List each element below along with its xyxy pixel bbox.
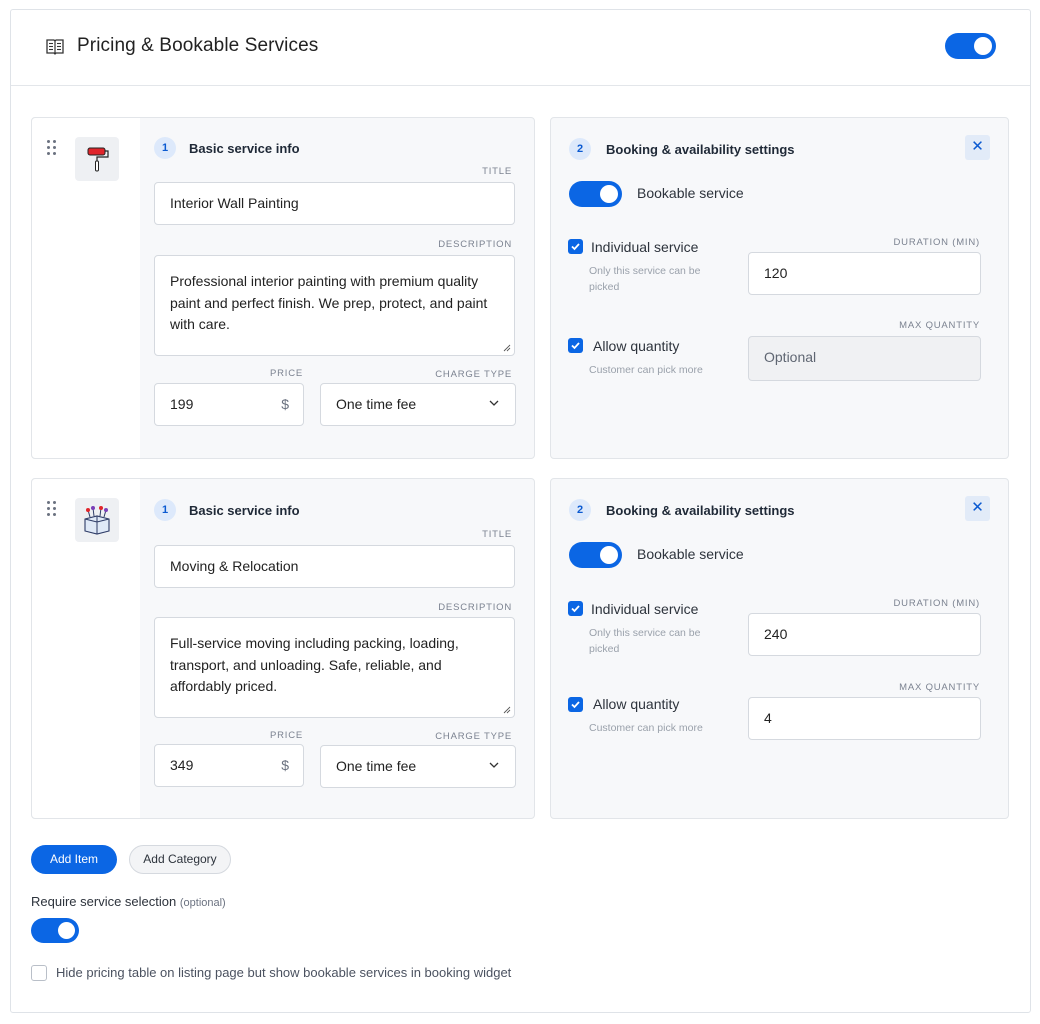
bookable-toggle[interactable] — [569, 542, 622, 568]
section-title: Basic service info — [189, 141, 300, 156]
duration-label: DURATION (MIN) — [893, 598, 980, 609]
drag-handle-icon[interactable] — [47, 501, 57, 517]
panel-header: Pricing & Bookable Services — [11, 10, 1030, 86]
toggle-knob — [600, 546, 618, 564]
add-item-button[interactable]: Add Item — [31, 845, 117, 874]
panel-title: Pricing & Bookable Services — [77, 35, 319, 56]
quantity-sub: Customer can pick more — [589, 364, 703, 376]
require-selection-text: Require service selection — [31, 894, 177, 909]
add-category-button[interactable]: Add Category — [129, 845, 231, 874]
title-input[interactable]: Moving & Relocation — [154, 545, 515, 588]
bookable-label: Bookable service — [637, 185, 744, 201]
service-thumbnail[interactable] — [75, 137, 119, 181]
charge-type-label: CHARGE TYPE — [435, 731, 512, 742]
individual-checkbox[interactable] — [568, 239, 583, 254]
duration-input[interactable]: 240 — [748, 613, 981, 656]
close-icon[interactable]: ✕ — [965, 496, 990, 521]
charge-type-select[interactable]: One time fee — [320, 383, 516, 426]
charge-type-value: One time fee — [336, 396, 417, 412]
max-quantity-input[interactable]: Optional — [748, 336, 981, 381]
menu-book-icon — [46, 39, 64, 55]
step-badge: 2 — [569, 138, 591, 160]
individual-checkbox[interactable] — [568, 601, 583, 616]
quantity-sub: Customer can pick more — [589, 722, 703, 734]
bookable-label: Bookable service — [637, 546, 744, 562]
check-icon — [571, 342, 580, 350]
price-label: PRICE — [270, 368, 304, 379]
section-title: Basic service info — [189, 503, 300, 518]
resize-handle-icon[interactable] — [503, 344, 511, 352]
resize-handle-icon[interactable] — [503, 706, 511, 714]
require-selection-toggle[interactable] — [31, 918, 79, 943]
description-textarea[interactable]: Full-service moving including packing, l… — [154, 617, 515, 718]
step-badge: 1 — [154, 499, 176, 521]
individual-sub: Only this service can be picked — [589, 627, 701, 655]
price-label: PRICE — [270, 730, 304, 741]
chevron-down-icon — [489, 762, 499, 768]
max-quantity-label: MAX QUANTITY — [899, 682, 980, 693]
description-textarea[interactable]: Professional interior painting with prem… — [154, 255, 515, 356]
duration-input[interactable]: 120 — [748, 252, 981, 295]
description-text: Professional interior painting with prem… — [170, 273, 488, 332]
check-icon — [571, 701, 580, 709]
currency-symbol: $ — [281, 396, 289, 412]
currency-symbol: $ — [281, 757, 289, 773]
section-enable-toggle[interactable] — [945, 33, 996, 59]
title-label: TITLE — [482, 166, 512, 177]
individual-label: Individual service — [591, 239, 699, 255]
hide-pricing-checkbox[interactable] — [31, 965, 47, 981]
price-input[interactable]: 349 $ — [154, 744, 304, 787]
charge-type-label: CHARGE TYPE — [435, 369, 512, 380]
quantity-checkbox[interactable] — [568, 338, 583, 353]
section-title: Booking & availability settings — [606, 142, 795, 157]
description-text: Full-service moving including packing, l… — [170, 635, 459, 694]
quantity-checkbox[interactable] — [568, 697, 583, 712]
title-label: TITLE — [482, 529, 512, 540]
max-quantity-label: MAX QUANTITY — [899, 320, 980, 331]
individual-sub: Only this service can be picked — [589, 265, 701, 293]
service-booking-card: 2 Booking & availability settings ✕ Book… — [550, 117, 1009, 459]
duration-label: DURATION (MIN) — [893, 237, 980, 248]
hide-pricing-label: Hide pricing table on listing page but s… — [56, 965, 512, 980]
charge-type-select[interactable]: One time fee — [320, 745, 516, 788]
service-booking-card: 2 Booking & availability settings ✕ Book… — [550, 478, 1009, 819]
moving-box-icon — [84, 506, 110, 535]
quantity-label: Allow quantity — [593, 696, 680, 712]
service-basic-card: 1 Basic service info TITLE Moving & Relo… — [31, 478, 535, 819]
paint-roller-icon — [87, 147, 109, 172]
description-label: DESCRIPTION — [438, 602, 512, 613]
toggle-knob — [58, 922, 75, 939]
service-basic-card: 1 Basic service info TITLE Interior Wall… — [31, 117, 535, 459]
price-value: 199 — [170, 396, 194, 412]
toggle-knob — [974, 37, 992, 55]
close-icon[interactable]: ✕ — [965, 135, 990, 160]
chevron-down-icon — [489, 400, 499, 406]
step-badge: 1 — [154, 137, 176, 159]
quantity-label: Allow quantity — [593, 338, 680, 354]
drag-handle-icon[interactable] — [47, 140, 57, 156]
max-quantity-input[interactable]: 4 — [748, 697, 981, 740]
individual-label: Individual service — [591, 601, 699, 617]
title-input[interactable]: Interior Wall Painting — [154, 182, 515, 225]
step-badge: 2 — [569, 499, 591, 521]
toggle-knob — [600, 185, 618, 203]
section-title: Booking & availability settings — [606, 503, 795, 518]
price-value: 349 — [170, 757, 194, 773]
bookable-toggle[interactable] — [569, 181, 622, 207]
service-thumbnail[interactable] — [75, 498, 119, 542]
description-label: DESCRIPTION — [438, 239, 512, 250]
price-input[interactable]: 199 $ — [154, 383, 304, 426]
require-selection-label: Require service selection (optional) — [31, 894, 226, 909]
optional-hint: (optional) — [179, 897, 226, 909]
check-icon — [571, 605, 580, 613]
check-icon — [571, 243, 580, 251]
charge-type-value: One time fee — [336, 758, 417, 774]
